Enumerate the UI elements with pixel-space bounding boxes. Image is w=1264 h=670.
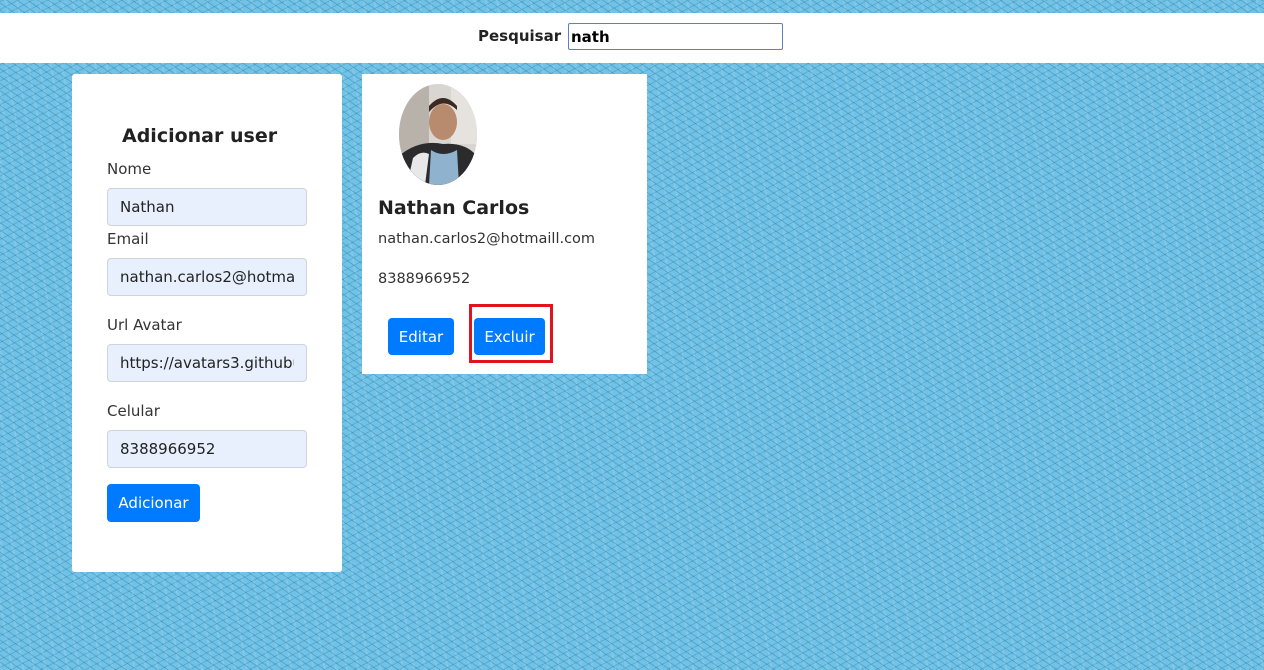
form-title: Adicionar user [122, 125, 278, 147]
search-input[interactable] [568, 23, 783, 50]
user-phone: 8388966952 [378, 271, 471, 287]
search-bar: Pesquisar [0, 13, 1264, 63]
user-email: nathan.carlos2@hotmaill.com [378, 231, 596, 247]
name-label: Nome [107, 160, 152, 178]
add-button[interactable]: Adicionar [107, 484, 200, 522]
phone-field[interactable] [107, 430, 307, 468]
delete-button[interactable]: Excluir [474, 318, 545, 355]
phone-label: Celular [107, 402, 160, 420]
add-user-form: Adicionar user Nome Email Url Avatar Cel… [72, 74, 342, 572]
email-label: Email [107, 230, 149, 248]
user-name: Nathan Carlos [378, 197, 530, 219]
user-card: Nathan Carlos nathan.carlos2@hotmaill.co… [362, 74, 647, 374]
name-field[interactable] [107, 188, 307, 226]
email-field[interactable] [107, 258, 307, 296]
search-label: Pesquisar [478, 27, 562, 45]
avatar-url-label: Url Avatar [107, 316, 182, 334]
avatar [399, 84, 477, 185]
edit-button[interactable]: Editar [388, 318, 454, 355]
avatar-url-field[interactable] [107, 344, 307, 382]
